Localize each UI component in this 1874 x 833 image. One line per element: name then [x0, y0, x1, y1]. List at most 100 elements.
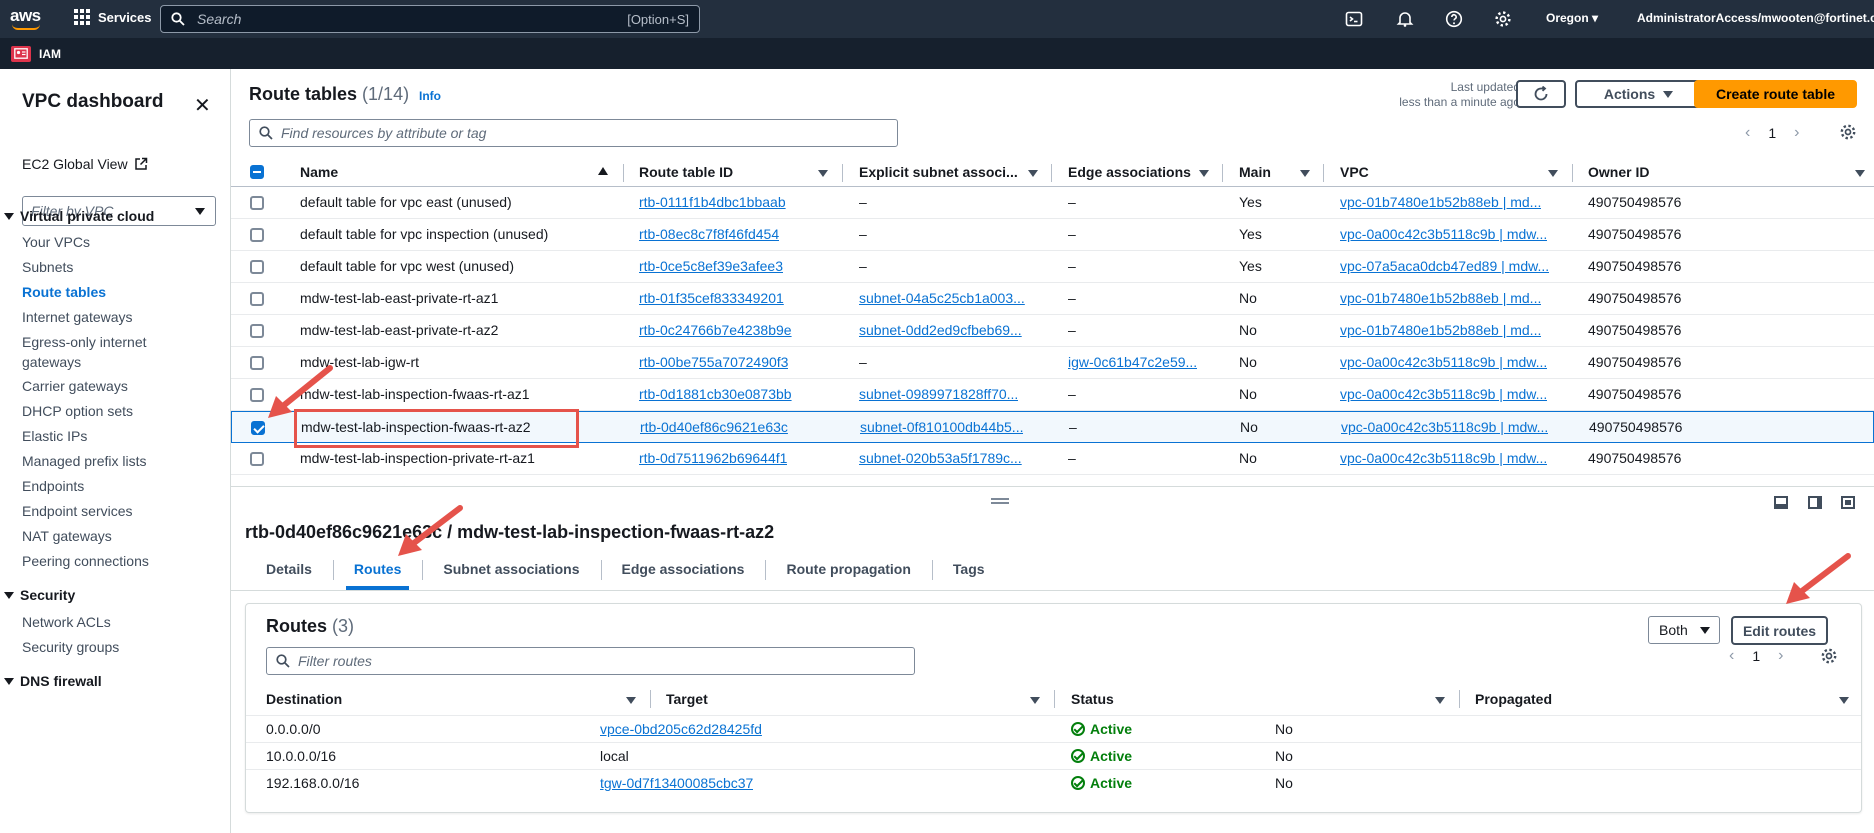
previous-page-icon[interactable]: ‹: [1745, 124, 1750, 142]
section-virtual-private-cloud[interactable]: Virtual private cloud: [4, 208, 154, 224]
sidebar-item-security-groups[interactable]: Security groups: [22, 637, 222, 657]
table-row[interactable]: mdw-test-lab-east-private-rt-az2 rtb-0c24…: [231, 315, 1874, 347]
account-menu[interactable]: AdministratorAccess/mwooten@fortinet.co: [1637, 11, 1874, 25]
sidebar-item-endpoint-services[interactable]: Endpoint services: [22, 501, 222, 521]
iam-favorite-link[interactable]: IAM: [39, 47, 61, 61]
services-menu[interactable]: Services: [74, 9, 152, 25]
sort-icon[interactable]: [1435, 697, 1445, 704]
cell-subnet-association[interactable]: subnet-0989971828ff70...: [859, 386, 1018, 402]
column-header-explicit-subnet-associations[interactable]: Explicit subnet associ...: [859, 158, 1018, 186]
column-header-target[interactable]: Target: [666, 684, 708, 714]
table-row[interactable]: default table for vpc east (unused) rtb-0…: [231, 187, 1874, 219]
cell-target[interactable]: vpce-0bd205c62d28425fd: [600, 721, 762, 737]
cell-subnet-association[interactable]: subnet-020b53a5f1789c...: [859, 450, 1022, 466]
sort-icon[interactable]: [1548, 170, 1558, 177]
cell-route-table-id[interactable]: rtb-0d1881cb30e0873bb: [639, 386, 792, 402]
sidebar-item-egress-only-internet-gateways[interactable]: Egress-only internet gateways: [22, 332, 172, 372]
sort-icon[interactable]: [1028, 170, 1038, 177]
ip-version-select[interactable]: Both: [1648, 616, 1720, 644]
settings-gear-icon[interactable]: [1494, 10, 1512, 28]
table-preferences-gear-icon[interactable]: [1839, 123, 1857, 141]
create-route-table-button[interactable]: Create route table: [1694, 80, 1857, 108]
sort-icon[interactable]: [626, 697, 636, 704]
previous-page-icon[interactable]: ‹: [1729, 647, 1734, 665]
cell-vpc[interactable]: vpc-0a00c42c3b5118c9b | mdw...: [1340, 226, 1547, 242]
ec2-global-view-link[interactable]: EC2 Global View: [22, 156, 148, 172]
sort-icon[interactable]: [1199, 170, 1209, 177]
column-header-status[interactable]: Status: [1071, 684, 1114, 714]
row-checkbox[interactable]: [250, 196, 264, 210]
column-header-destination[interactable]: Destination: [266, 684, 342, 714]
tab-details[interactable]: Details: [245, 556, 333, 590]
split-panel-divider[interactable]: [231, 486, 1874, 487]
cell-route-table-id[interactable]: rtb-0ce5c8ef39e3afee3: [639, 258, 783, 274]
row-checkbox[interactable]: [250, 260, 264, 274]
column-header-name[interactable]: Name: [300, 158, 338, 186]
table-row[interactable]: default table for vpc inspection (unused…: [231, 219, 1874, 251]
table-row[interactable]: mdw-test-lab-east-private-rt-az1 rtb-01f3…: [231, 283, 1874, 315]
resize-handle-icon[interactable]: [991, 498, 1009, 504]
sidebar-item-carrier-gateways[interactable]: Carrier gateways: [22, 376, 222, 396]
column-header-route-table-id[interactable]: Route table ID: [639, 158, 733, 186]
global-search-input[interactable]: Search [Option+S]: [160, 5, 700, 33]
sidebar-item-managed-prefix-lists[interactable]: Managed prefix lists: [22, 451, 222, 471]
sidebar-item-endpoints[interactable]: Endpoints: [22, 476, 222, 496]
panel-full-icon[interactable]: [1841, 496, 1855, 509]
panel-side-icon[interactable]: [1808, 496, 1822, 509]
cell-vpc[interactable]: vpc-01b7480e1b52b88eb | md...: [1340, 290, 1541, 306]
section-security[interactable]: Security: [4, 587, 75, 603]
sort-ascending-icon[interactable]: [598, 167, 608, 175]
tab-route-propagation[interactable]: Route propagation: [765, 556, 931, 590]
cell-edge-association[interactable]: igw-0c61b47c2e59...: [1068, 354, 1197, 370]
sidebar-item-your-vpcs[interactable]: Your VPCs: [22, 232, 222, 252]
tab-routes[interactable]: Routes: [332, 556, 422, 590]
actions-button[interactable]: Actions: [1575, 80, 1702, 108]
table-row[interactable]: mdw-test-lab-inspection-fwaas-rt-az1 rtb-…: [231, 379, 1874, 411]
column-header-edge-associations[interactable]: Edge associations: [1068, 158, 1191, 186]
cell-route-table-id[interactable]: rtb-0d40ef86c9621e63c: [640, 419, 788, 435]
cell-vpc[interactable]: vpc-0a00c42c3b5118c9b | mdw...: [1340, 450, 1547, 466]
tab-tags[interactable]: Tags: [931, 556, 1006, 590]
info-link[interactable]: Info: [419, 89, 441, 103]
sort-icon[interactable]: [1855, 170, 1865, 177]
current-page[interactable]: 1: [1768, 125, 1776, 141]
tab-subnet-associations[interactable]: Subnet associations: [422, 556, 600, 590]
row-checkbox[interactable]: [251, 421, 265, 435]
sort-icon[interactable]: [1030, 697, 1040, 704]
sort-icon[interactable]: [1300, 170, 1310, 177]
cell-route-table-id[interactable]: rtb-00be755a7072490f3: [639, 354, 788, 370]
table-row[interactable]: mdw-test-lab-igw-rt rtb-00be755a7072490f3…: [231, 347, 1874, 379]
cell-vpc[interactable]: vpc-0a00c42c3b5118c9b | mdw...: [1341, 419, 1548, 435]
help-icon[interactable]: [1445, 10, 1463, 28]
routes-preferences-gear-icon[interactable]: [1820, 647, 1838, 665]
cell-route-table-id[interactable]: rtb-0d7511962b69644f1: [639, 450, 787, 466]
cell-route-table-id[interactable]: rtb-08ec8c7f8f46fd454: [639, 226, 779, 242]
sidebar-item-peering-connections[interactable]: Peering connections: [22, 551, 222, 571]
tab-edge-associations[interactable]: Edge associations: [600, 556, 766, 590]
cell-subnet-association[interactable]: subnet-0dd2ed9cfbeb69...: [859, 322, 1022, 338]
iam-service-icon[interactable]: [11, 45, 31, 62]
filter-routes-input[interactable]: Filter routes: [266, 647, 915, 675]
column-header-owner-id[interactable]: Owner ID: [1588, 158, 1649, 186]
edit-routes-button[interactable]: Edit routes: [1731, 616, 1828, 645]
current-page[interactable]: 1: [1752, 648, 1760, 664]
next-page-icon[interactable]: ›: [1794, 124, 1799, 142]
aws-logo[interactable]: aws: [10, 6, 44, 32]
select-all-checkbox[interactable]: [250, 165, 264, 179]
sidebar-item-network-acls[interactable]: Network ACLs: [22, 612, 222, 632]
sidebar-item-route-tables[interactable]: Route tables: [22, 282, 222, 302]
region-selector[interactable]: Oregon ▾: [1546, 11, 1598, 25]
column-header-propagated[interactable]: Propagated: [1475, 684, 1552, 714]
cell-vpc[interactable]: vpc-01b7480e1b52b88eb | md...: [1340, 322, 1541, 338]
sidebar-item-internet-gateways[interactable]: Internet gateways: [22, 307, 222, 327]
cell-target[interactable]: tgw-0d7f13400085cbc37: [600, 775, 753, 791]
row-checkbox[interactable]: [250, 228, 264, 242]
cell-vpc[interactable]: vpc-01b7480e1b52b88eb | md...: [1340, 194, 1541, 210]
cell-route-table-id[interactable]: rtb-0c24766b7e4238b9e: [639, 322, 792, 338]
row-checkbox[interactable]: [250, 324, 264, 338]
cell-vpc[interactable]: vpc-0a00c42c3b5118c9b | mdw...: [1340, 354, 1547, 370]
sidebar-title[interactable]: VPC dashboard: [22, 91, 163, 113]
row-checkbox[interactable]: [250, 452, 264, 466]
panel-bottom-icon[interactable]: [1774, 496, 1788, 509]
find-resources-input[interactable]: Find resources by attribute or tag: [249, 119, 898, 147]
